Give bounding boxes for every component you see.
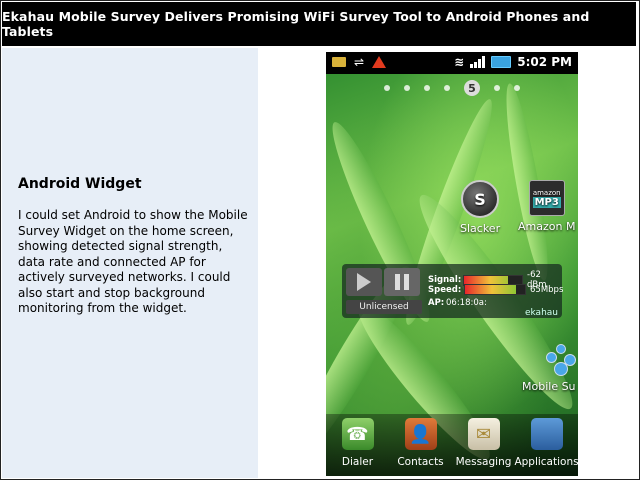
page-dot[interactable] <box>514 85 520 91</box>
mobile-survey-label: Mobile Su <box>522 380 576 393</box>
battery-icon <box>491 56 512 68</box>
messaging-label: Messaging <box>455 456 512 468</box>
speed-meter <box>464 284 526 295</box>
page-dot[interactable] <box>404 85 410 91</box>
warning-icon <box>372 56 387 68</box>
speed-value: 65Mbps <box>530 284 564 295</box>
ekahau-brand: ekahau <box>524 308 558 318</box>
messaging-shortcut[interactable]: ✉ Messaging <box>454 418 514 468</box>
contacts-icon: 👤 <box>404 418 437 450</box>
applications-label: Applications <box>514 456 578 468</box>
wifi-icon: ≋ <box>454 55 465 69</box>
mobile-survey-widget[interactable]: Unlicensed Signal: -62 dBm Speed: 65Mbps… <box>342 264 564 318</box>
contacts-label: Contacts <box>397 456 444 468</box>
page-dot[interactable] <box>384 85 390 91</box>
mobile-survey-icon <box>542 342 576 376</box>
slacker-label: Slacker <box>460 222 501 235</box>
usb-icon: ⇌ <box>354 55 365 69</box>
dialer-label: Dialer <box>341 456 374 468</box>
android-screenshot: ⇌ ≋ 5:02 PM 5 S Slacker amazon MP3 Amazo… <box>326 52 578 476</box>
page-dot[interactable] <box>494 85 500 91</box>
amazon-mp3-shortcut[interactable]: amazon MP3 Amazon M <box>518 180 575 233</box>
contacts-shortcut[interactable]: 👤 Contacts <box>391 418 451 468</box>
mail-icon <box>332 57 346 67</box>
ap-row: AP: 06:18:0a: <box>428 298 487 308</box>
play-icon <box>357 273 371 291</box>
page-dot[interactable] <box>424 85 430 91</box>
status-bar: ⇌ ≋ 5:02 PM <box>326 52 578 74</box>
slacker-shortcut[interactable]: S Slacker <box>460 180 500 235</box>
status-time: 5:02 PM <box>517 55 572 69</box>
phone-icon: ☎ <box>341 418 374 450</box>
applications-shortcut[interactable]: Applications <box>514 418 578 468</box>
slide-title: Ekahau Mobile Survey Delivers Promising … <box>2 9 590 39</box>
home-page-indicator[interactable]: 5 <box>326 80 578 96</box>
amazon-label: Amazon M <box>518 220 576 233</box>
speed-row: Speed: 65Mbps <box>428 284 564 295</box>
section-heading: Android Widget <box>18 176 142 192</box>
pause-button[interactable] <box>384 268 420 296</box>
page-dot[interactable] <box>444 85 450 91</box>
slide-title-bar: Ekahau Mobile Survey Delivers Promising … <box>2 2 636 46</box>
dialer-shortcut[interactable]: ☎ Dialer <box>328 418 388 468</box>
mobile-survey-shortcut[interactable]: Mobile Su <box>522 342 576 393</box>
signal-bars-icon <box>470 56 486 68</box>
ap-value: 06:18:0a: <box>446 298 487 308</box>
current-page-indicator: 5 <box>464 80 480 96</box>
app-grid-icon <box>530 418 563 450</box>
amazon-mp3-icon: amazon MP3 <box>528 180 565 216</box>
license-status: Unlicensed <box>346 300 422 314</box>
envelope-icon: ✉ <box>467 418 500 450</box>
play-button[interactable] <box>346 268 382 296</box>
section-body: I could set Android to show the Mobile S… <box>18 208 248 315</box>
app-dock: ☎ Dialer 👤 Contacts ✉ Messaging Applicat… <box>326 414 578 476</box>
slacker-icon: S <box>461 180 500 218</box>
